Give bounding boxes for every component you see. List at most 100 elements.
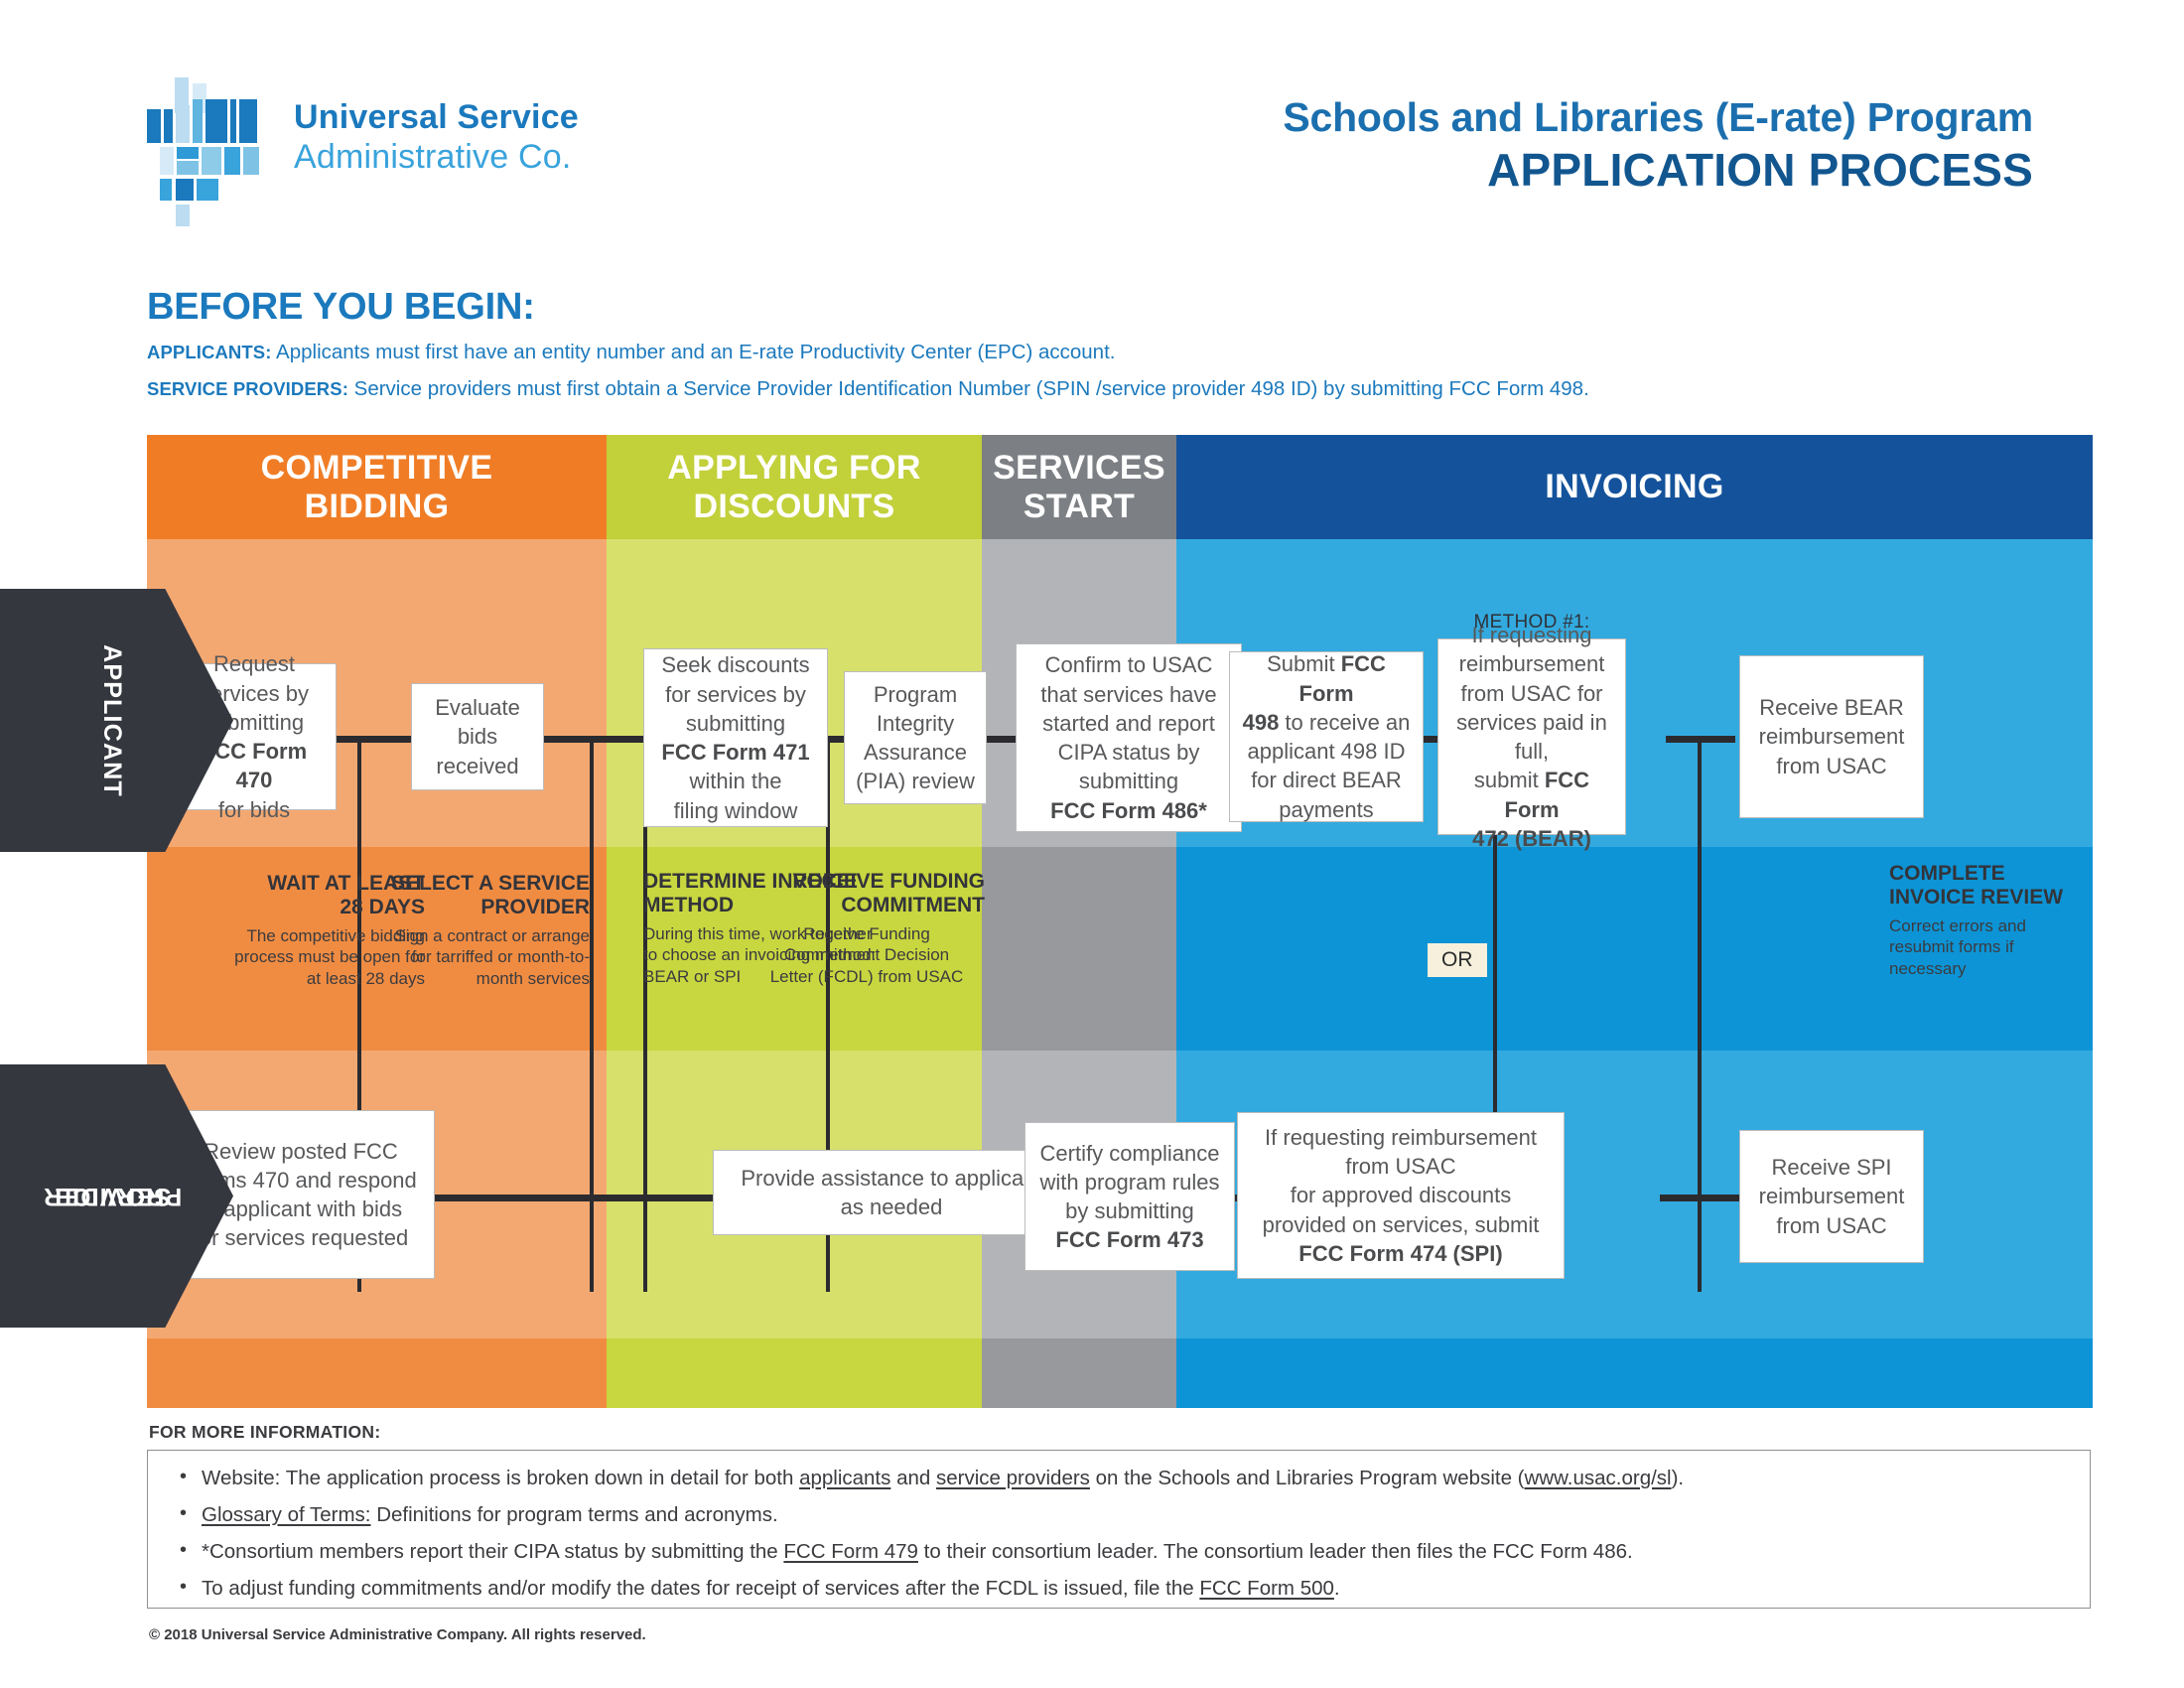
applicants-note: APPLICANTS: Applicants must first have a… <box>147 340 2093 365</box>
cir-b2: resubmit forms if <box>1889 937 2014 957</box>
b0-pre: Website: The application process is brok… <box>202 1467 800 1489</box>
rfc-b1: Receive Funding <box>803 923 930 943</box>
ssp-b2: for tarriffed or month-to- <box>411 947 590 967</box>
rfc-t1: RECEIVE FUNDING <box>792 870 985 893</box>
b0-mid1: and <box>890 1467 936 1489</box>
before-you-begin-section: BEFORE YOU BEGIN: APPLICANTS: Applicants… <box>147 286 2093 401</box>
usac-logo-mark <box>147 77 266 226</box>
box-provide-assistance[interactable]: Provide assistance to applicant as neede… <box>713 1150 1070 1235</box>
box-seek-discounts-471[interactable]: Seek discounts for services by submittin… <box>643 648 828 827</box>
box-spi-form-474[interactable]: If requesting reimbursement from USAC fo… <box>1237 1112 1565 1279</box>
service-providers-text: Service providers must first obtain a Se… <box>347 376 1589 400</box>
for-more-information-box: Website: The application process is brok… <box>147 1450 2091 1609</box>
spi-l4: provided on services, submit <box>1262 1211 1540 1237</box>
sd-l6: filing window <box>673 797 798 823</box>
cc-form: FCC Form 473 <box>1055 1227 1204 1253</box>
s498-l5: for direct BEAR <box>1251 768 1402 793</box>
cs-l4: CIPA status by <box>1057 740 1200 765</box>
box-evaluate-bids[interactable]: Evaluate bids received <box>411 683 544 790</box>
applicants-label: APPLICANTS: <box>147 342 272 362</box>
copyright-line: © 2018 Universal Service Administrative … <box>149 1626 646 1643</box>
rp-l1: Review posted FCC <box>204 1138 398 1164</box>
band-top <box>147 539 607 648</box>
info-bullet-consortium: *Consortium members report their CIPA st… <box>170 1537 2068 1565</box>
for-more-information-heading: FOR MORE INFORMATION: <box>149 1422 381 1442</box>
sp-line2: PROVIDER <box>42 1182 182 1210</box>
link-glossary-of-terms[interactable]: Glossary of Terms: <box>202 1503 371 1526</box>
rs2-l2: reimbursement <box>1758 1184 1905 1209</box>
b1-mid1: Definitions for program terms and acrony… <box>370 1503 778 1527</box>
ssp-b3: month services <box>476 968 590 988</box>
note-complete-body: Correct errors and resubmit forms if nec… <box>1889 915 2117 979</box>
box-confirm-services-486[interactable]: Confirm to USAC that services have start… <box>1016 643 1242 832</box>
dim-t2: METHOD <box>643 894 734 917</box>
rb-l3: from USAC <box>1776 753 1887 778</box>
pa-l1: Provide assistance to applicant <box>741 1165 1042 1191</box>
b472-l2: reimbursement <box>1458 651 1605 677</box>
rfc-b2: Commitment Decision <box>783 945 950 965</box>
column-header-applying-for-discounts: APPLYING FOR DISCOUNTS <box>607 435 982 539</box>
cir-t2: INVOICE REVIEW <box>1889 886 2064 910</box>
band-bottom <box>607 1338 982 1408</box>
box-certify-compliance-473[interactable]: Certify compliance with program rules by… <box>1024 1122 1235 1271</box>
note-receive-funding-commitment: RECEIVE FUNDING COMMITMENT Receive Fundi… <box>749 870 985 987</box>
rs2-l3: from USAC <box>1776 1212 1887 1238</box>
logo-line-2: Administrative Co. <box>294 138 572 177</box>
note-complete-title: COMPLETE INVOICE REVIEW <box>1889 862 2117 911</box>
box-receive-spi-reimbursement[interactable]: Receive SPI reimbursement from USAC <box>1739 1130 1924 1263</box>
band-bottom <box>147 1338 607 1408</box>
b0-post: ). <box>1671 1467 1685 1489</box>
link-service-providers[interactable]: service providers <box>936 1467 1090 1489</box>
rs2-l1: Receive SPI <box>1771 1155 1892 1181</box>
ssp-b1: Sign a contract or arrange <box>394 925 590 945</box>
box-receive-bear-reimbursement[interactable]: Receive BEAR reimbursement from USAC <box>1739 655 1924 818</box>
info-bullet-list: Website: The application process is brok… <box>170 1464 2068 1602</box>
link-fcc-form-479[interactable]: FCC Form 479 <box>783 1540 918 1563</box>
logo-line-1: Universal Service <box>294 98 579 136</box>
before-you-begin-heading: BEFORE YOU BEGIN: <box>147 286 535 328</box>
col2-label-l2: DISCOUNTS <box>693 487 895 525</box>
b3-pre: To adjust funding commitments and/or mod… <box>202 1577 1200 1601</box>
note-select-title: SELECT A SERVICE PROVIDER <box>345 872 590 920</box>
box-pia-review[interactable]: Program Integrity Assurance (PIA) review <box>844 671 987 804</box>
s498-l4: applicant 498 ID <box>1247 739 1406 764</box>
spi-l1: If requesting reimbursement <box>1265 1124 1537 1150</box>
cs-l2: that services have <box>1040 681 1217 707</box>
link-usac-website[interactable]: www.usac.org/sl <box>1525 1467 1672 1489</box>
cc-l2: with program rules <box>1039 1169 1220 1195</box>
rb-l1: Receive BEAR <box>1759 695 1904 721</box>
box-submit-498[interactable]: Submit FCC Form 498 to receive an applic… <box>1229 651 1424 822</box>
column-header-services-start: SERVICES START <box>982 435 1176 539</box>
page-header: Universal Service Administrative Co. Sch… <box>0 0 2184 268</box>
cs-l1: Confirm to USAC <box>1044 652 1213 678</box>
connector-a2-a3 <box>544 736 643 743</box>
col2-label-l1: APPLYING FOR <box>667 449 921 488</box>
link-fcc-form-500[interactable]: FCC Form 500 <box>1199 1577 1334 1600</box>
spi-form: FCC Form 474 (SPI) <box>1298 1240 1503 1266</box>
note-funding-body: Receive Funding Commitment Decision Lett… <box>749 923 985 987</box>
box-bear-form-472[interactable]: If requesting reimbursement from USAC fo… <box>1437 623 1626 851</box>
rs-l5: for bids <box>217 796 291 822</box>
col4-label-l1: INVOICING <box>1545 468 1724 506</box>
rs-l1: Request <box>213 651 295 677</box>
connector-a4-a5 <box>986 736 1016 743</box>
column-header-invoicing: INVOICING <box>1176 435 2093 539</box>
link-applicants[interactable]: applicants <box>799 1467 890 1489</box>
column-header-competitive-bidding: COMPETITIVE BIDDING <box>147 435 607 539</box>
eb-l3: received <box>436 753 519 778</box>
ssp-t1: SELECT A SERVICE <box>391 872 590 895</box>
page-title-main: APPLICATION PROCESS <box>1487 144 2033 196</box>
b472-b2: 472 (BEAR) <box>1472 825 1591 851</box>
sd-form: FCC Form 471 <box>661 740 810 765</box>
col3-label-l2: START <box>1023 487 1136 525</box>
rfc-t2: COMMITMENT <box>841 894 985 917</box>
pia-l2: Integrity <box>876 710 955 736</box>
info-bullet-website: Website: The application process is brok… <box>170 1464 2068 1491</box>
s498-l6: payments <box>1279 796 1374 822</box>
info-bullet-adjust-funding: To adjust funding commitments and/or mod… <box>170 1574 2068 1602</box>
sd-l3: submitting <box>685 710 786 736</box>
cs-l3: started and report <box>1042 710 1215 736</box>
connector-p4-p5 <box>1660 1195 1739 1201</box>
usac-logo: Universal Service Administrative Co. <box>147 77 604 226</box>
b472-l4: services paid in full, <box>1456 709 1607 764</box>
